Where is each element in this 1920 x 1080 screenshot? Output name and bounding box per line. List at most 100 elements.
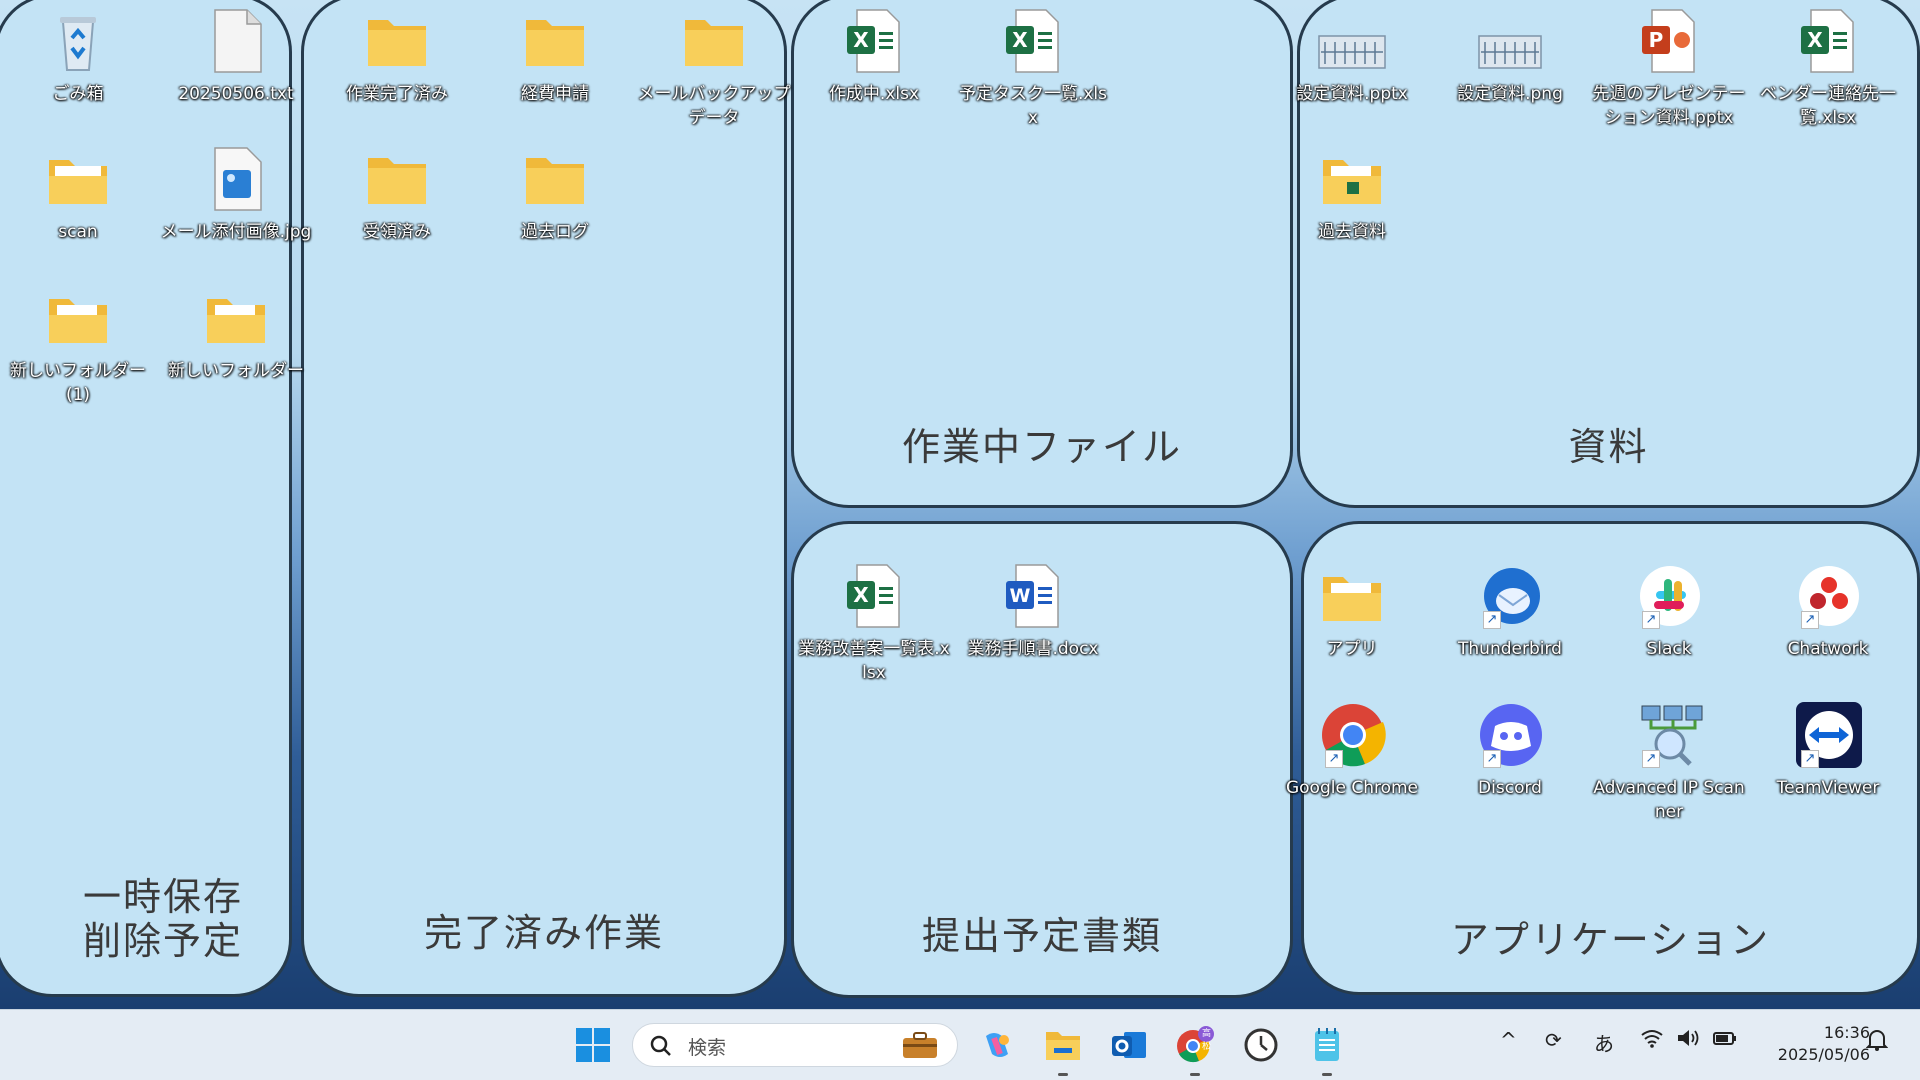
excel-file-creating[interactable]: X 作成中.xlsx bbox=[796, 8, 952, 106]
folder-icon bbox=[201, 285, 271, 351]
image-thumbnail-icon bbox=[1475, 8, 1545, 74]
taskbar-file-explorer[interactable] bbox=[1040, 1022, 1086, 1076]
fence-title: アプリケーション bbox=[1450, 918, 1771, 962]
fence-title: 一時保存 削除予定 bbox=[82, 875, 243, 963]
folder-apps[interactable]: アプリ bbox=[1274, 563, 1430, 661]
excel-icon: X bbox=[839, 8, 909, 74]
excel-icon: X bbox=[1793, 8, 1863, 74]
app-chatwork[interactable]: ↗ Chatwork bbox=[1750, 563, 1906, 661]
shortcut-arrow-icon: ↗ bbox=[1801, 750, 1819, 768]
folder-past-materials[interactable]: 過去資料 bbox=[1274, 146, 1430, 244]
shortcut-arrow-icon: ↗ bbox=[1642, 611, 1660, 629]
svg-text:W: W bbox=[1010, 585, 1031, 607]
taskbar-outlook[interactable] bbox=[1106, 1022, 1152, 1068]
discord-icon: ↗ bbox=[1475, 702, 1545, 768]
svg-text:X: X bbox=[1807, 28, 1823, 52]
slack-icon: ↗ bbox=[1634, 563, 1704, 629]
taskbar-clock-app[interactable] bbox=[1238, 1022, 1284, 1068]
app-discord[interactable]: ↗ Discord bbox=[1432, 702, 1588, 800]
folder-icon bbox=[362, 8, 432, 74]
folder-new-1[interactable]: 新しいフォルダー (1) bbox=[0, 285, 156, 407]
taskbar-notepad[interactable] bbox=[1304, 1022, 1350, 1076]
folder-new[interactable]: 新しいフォルダー bbox=[158, 285, 314, 383]
folder-received[interactable]: 受領済み bbox=[319, 146, 475, 244]
excel-improvement-list[interactable]: X 業務改善案一覧表.xlsx bbox=[796, 563, 952, 685]
wifi-icon[interactable] bbox=[1640, 1028, 1664, 1053]
powerpoint-icon: P bbox=[1634, 8, 1704, 74]
thunderbird-icon: ↗ bbox=[1475, 563, 1545, 629]
app-google-chrome[interactable]: ↗ Google Chrome bbox=[1274, 702, 1430, 800]
word-manual[interactable]: W 業務手順書.docx bbox=[955, 563, 1111, 661]
search-icon bbox=[650, 1035, 671, 1056]
app-advanced-ip-scanner[interactable]: ↗ Advanced IP Scanner bbox=[1591, 702, 1747, 824]
pptx-last-week-presentation[interactable]: P 先週のプレゼンテーション資料.pptx bbox=[1591, 8, 1747, 130]
desktop[interactable]: 一時保存 削除予定 完了済み作業 作業中ファイル 資料 提出予定書類 アプリケー… bbox=[0, 0, 1920, 1009]
folder-mail-backup[interactable]: メールバックアップデータ bbox=[636, 8, 792, 130]
folder-icon bbox=[1317, 146, 1387, 212]
ime-indicator[interactable]: あ bbox=[1594, 1028, 1614, 1057]
notification-bell-icon[interactable] bbox=[1865, 1028, 1889, 1057]
search-placeholder: 検索 bbox=[688, 1037, 727, 1059]
running-indicator bbox=[1058, 1073, 1068, 1076]
image-file-mail[interactable]: メール添付画像.jpg bbox=[158, 146, 314, 244]
chrome-icon: ↗ bbox=[1317, 702, 1387, 768]
folder-icon bbox=[520, 146, 590, 212]
shortcut-arrow-icon: ↗ bbox=[1483, 611, 1501, 629]
folder-scan[interactable]: scan bbox=[0, 146, 156, 244]
app-slack[interactable]: ↗ Slack bbox=[1591, 563, 1747, 661]
folder-icon bbox=[1317, 563, 1387, 629]
clock-time: 16:36 bbox=[1823, 1023, 1870, 1042]
running-indicator bbox=[1190, 1073, 1200, 1076]
app-thunderbird[interactable]: ↗ Thunderbird bbox=[1432, 563, 1588, 661]
app-teamviewer[interactable]: ↗ TeamViewer bbox=[1750, 702, 1906, 800]
shortcut-arrow-icon: ↗ bbox=[1801, 611, 1819, 629]
copilot-icon bbox=[986, 1033, 1009, 1057]
svg-text:X: X bbox=[853, 28, 869, 52]
svg-text:X: X bbox=[853, 583, 869, 607]
txt-file-20250506[interactable]: 20250506.txt bbox=[158, 8, 314, 106]
folder-icon bbox=[679, 8, 749, 74]
image-file-icon bbox=[201, 146, 271, 212]
excel-vendor-list[interactable]: X ベンダー連絡先一覧.xlsx bbox=[1750, 8, 1906, 130]
alarm-clock-icon bbox=[1244, 1028, 1278, 1062]
windows-logo-icon bbox=[576, 1028, 610, 1062]
word-icon: W bbox=[998, 563, 1068, 629]
chrome-profile-badge: 高松 bbox=[1202, 1029, 1212, 1052]
taskbar-clock[interactable]: 16:36 2025/05/06 bbox=[1760, 1022, 1870, 1066]
shortcut-arrow-icon: ↗ bbox=[1483, 750, 1501, 768]
folder-icon bbox=[43, 146, 113, 212]
slides-thumbnail-icon bbox=[1317, 8, 1387, 74]
svg-text:X: X bbox=[1012, 28, 1028, 52]
fence-title: 作業中ファイル bbox=[901, 425, 1182, 469]
start-button[interactable] bbox=[570, 1022, 616, 1068]
teamviewer-icon: ↗ bbox=[1793, 702, 1863, 768]
taskbar-copilot[interactable] bbox=[974, 1022, 1020, 1068]
tray-overflow-chevron-icon[interactable]: ^ bbox=[1500, 1028, 1517, 1052]
shortcut-arrow-icon: ↗ bbox=[1325, 750, 1343, 768]
folder-icon bbox=[43, 285, 113, 351]
pptx-setting-materials[interactable]: 設定資料.pptx bbox=[1274, 8, 1430, 106]
png-setting-materials[interactable]: 設定資料.png bbox=[1432, 8, 1588, 106]
taskbar-chrome[interactable]: 高松 bbox=[1172, 1022, 1218, 1076]
fence-title: 提出予定書類 bbox=[921, 914, 1162, 958]
recycle-bin-icon bbox=[43, 8, 113, 74]
taskbar: 検索 高松 ^ ⟳ あ 16:36 2025/05/06 bbox=[0, 1009, 1920, 1080]
taskbar-search[interactable]: 検索 bbox=[632, 1023, 958, 1067]
file-explorer-icon bbox=[1046, 1032, 1080, 1060]
notepad-icon bbox=[1315, 1028, 1339, 1061]
recycle-bin[interactable]: ごみ箱 bbox=[0, 8, 156, 106]
fence-title: 完了済み作業 bbox=[423, 911, 664, 955]
folder-expense[interactable]: 経費申請 bbox=[477, 8, 633, 106]
chatwork-icon: ↗ bbox=[1793, 563, 1863, 629]
volume-icon[interactable] bbox=[1676, 1028, 1700, 1053]
text-file-icon bbox=[201, 8, 271, 74]
excel-icon: X bbox=[998, 8, 1068, 74]
excel-icon: X bbox=[839, 563, 909, 629]
sync-icon[interactable]: ⟳ bbox=[1545, 1028, 1562, 1052]
clock-date: 2025/05/06 bbox=[1777, 1045, 1870, 1064]
folder-work-done[interactable]: 作業完了済み bbox=[319, 8, 475, 106]
folder-past-log[interactable]: 過去ログ bbox=[477, 146, 633, 244]
excel-file-task-list[interactable]: X 予定タスク一覧.xlsx bbox=[955, 8, 1111, 130]
battery-icon[interactable] bbox=[1712, 1028, 1738, 1053]
network-scanner-icon: ↗ bbox=[1634, 702, 1704, 768]
